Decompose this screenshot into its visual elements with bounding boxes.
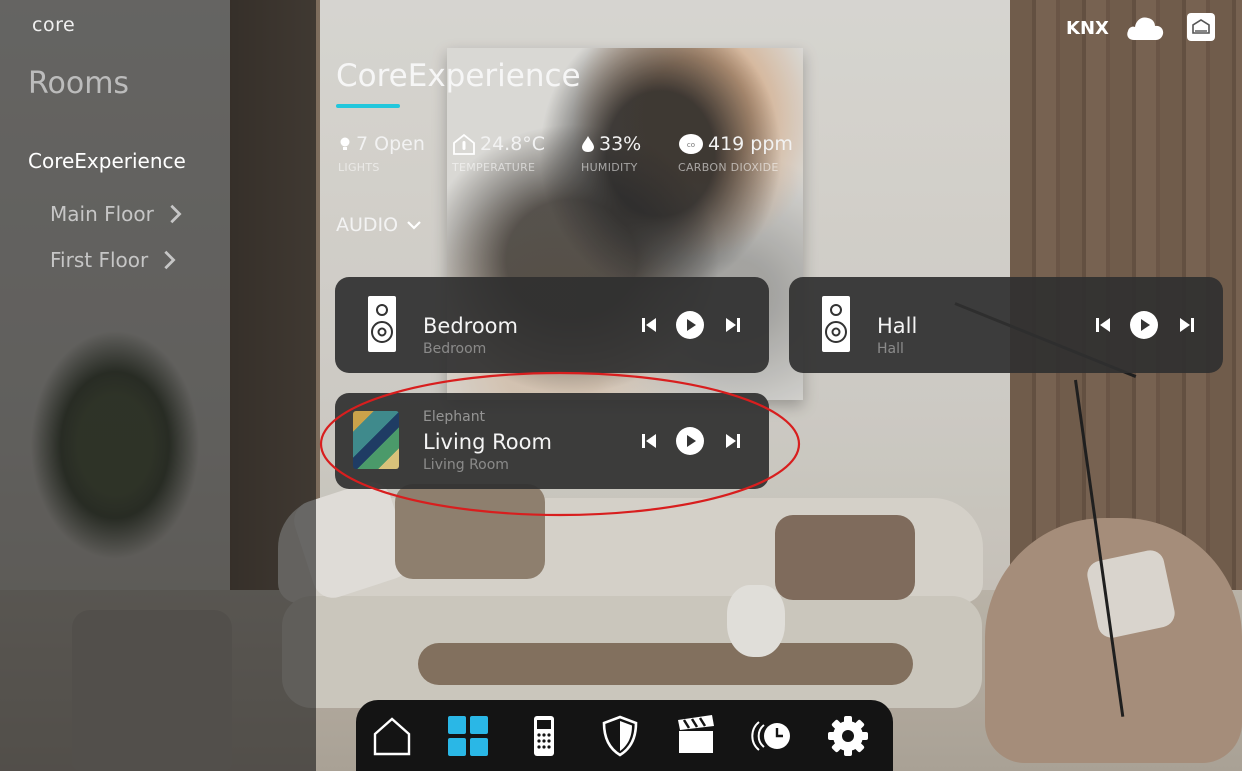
home-box-icon[interactable]: [1186, 12, 1216, 42]
home-icon[interactable]: [370, 714, 414, 758]
stat-lights[interactable]: 7 Open: [338, 133, 425, 155]
player-subtitle: Hall: [877, 341, 904, 357]
audio-dropdown-label: AUDIO: [336, 214, 399, 236]
speaker-icon: [822, 296, 850, 352]
stat-value: 419 ppm: [708, 133, 793, 155]
rooms-grid-icon[interactable]: [446, 714, 490, 758]
stat-label: CARBON DIOXIDE: [678, 161, 779, 174]
stat-value: 7 Open: [356, 133, 425, 155]
stat-value: 24.8°C: [480, 133, 546, 155]
player-name: Bedroom: [423, 314, 518, 338]
album-art: [353, 411, 399, 469]
play-icon[interactable]: [1129, 310, 1159, 340]
stat-co2[interactable]: co 419 ppm: [678, 133, 793, 155]
next-track-icon[interactable]: [721, 313, 745, 337]
player-subtitle: Bedroom: [423, 341, 487, 357]
previous-track-icon[interactable]: [637, 429, 661, 453]
schedule-clock-icon[interactable]: [750, 714, 794, 758]
house-thermo-icon: [453, 133, 475, 155]
next-track-icon[interactable]: [1175, 313, 1199, 337]
previous-track-icon[interactable]: [637, 313, 661, 337]
player-name: Hall: [877, 314, 918, 338]
play-icon[interactable]: [675, 310, 705, 340]
player-subtitle: Living Room: [423, 457, 509, 473]
droplet-icon: [582, 136, 594, 152]
knx-status[interactable]: KNX: [1066, 18, 1109, 39]
title-accent-bar: [336, 104, 400, 108]
stat-label: HUMIDITY: [581, 161, 638, 174]
player-name: Living Room: [423, 430, 552, 454]
background-scene: [0, 0, 1242, 771]
settings-gear-icon[interactable]: [826, 714, 870, 758]
sidebar-item-label: First Floor: [50, 248, 149, 272]
speaker-icon: [368, 296, 396, 352]
sidebar-item-label: Main Floor: [50, 202, 154, 226]
next-track-icon[interactable]: [721, 429, 745, 453]
rooms-heading: Rooms: [28, 66, 130, 101]
co2-icon: co: [679, 134, 703, 154]
scenes-clapper-icon[interactable]: [674, 714, 718, 758]
audio-card-hall[interactable]: Hall Hall: [789, 277, 1223, 373]
stat-temperature[interactable]: 24.8°C: [452, 133, 545, 155]
sidebar-item-first-floor[interactable]: First Floor: [50, 248, 180, 272]
stat-label: TEMPERATURE: [452, 161, 536, 174]
previous-track-icon[interactable]: [1091, 313, 1115, 337]
stat-humidity[interactable]: 33%: [581, 133, 641, 155]
page-title: CoreExperience: [336, 58, 581, 94]
play-icon[interactable]: [675, 426, 705, 456]
stat-value: 33%: [599, 133, 642, 155]
sidebar-item-coreexperience[interactable]: CoreExperience: [28, 149, 186, 173]
audio-dropdown[interactable]: AUDIO: [336, 214, 422, 236]
cloud-icon[interactable]: [1125, 14, 1165, 42]
chevron-right-icon: [164, 250, 176, 270]
sidebar-overlay: [0, 0, 316, 771]
svg-text:co: co: [687, 141, 695, 149]
sidebar-item-main-floor[interactable]: Main Floor: [50, 202, 186, 226]
audio-card-living-room[interactable]: Elephant Living Room Living Room: [335, 393, 769, 489]
remote-icon[interactable]: [522, 714, 566, 758]
main-overlay: [316, 0, 1242, 771]
player-track: Elephant: [423, 409, 486, 425]
core-logo: core: [32, 14, 76, 36]
audio-card-bedroom[interactable]: Bedroom Bedroom: [335, 277, 769, 373]
stat-label: LIGHTS: [338, 161, 380, 174]
security-shield-icon[interactable]: [598, 714, 642, 758]
chevron-down-icon: [407, 221, 421, 230]
bulb-icon: [340, 137, 350, 150]
bottom-dock: [356, 700, 893, 771]
chevron-right-icon: [170, 204, 182, 224]
